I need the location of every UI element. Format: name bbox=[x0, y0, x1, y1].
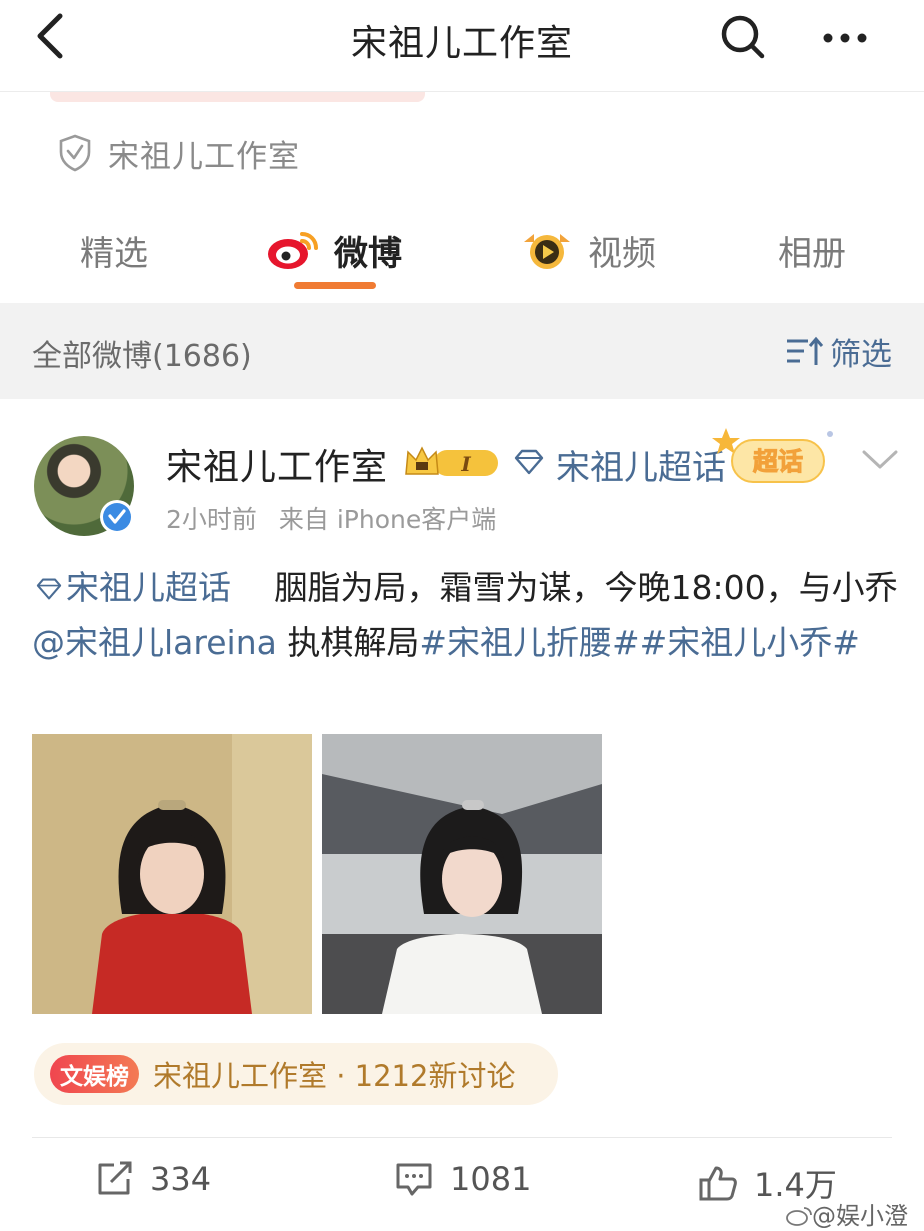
super-topic-link[interactable]: 宋祖儿超话 bbox=[556, 440, 726, 489]
post-meta: 2小时前 来自 iPhone客户端 bbox=[166, 500, 496, 536]
tab-label: 相册 bbox=[778, 233, 846, 274]
chaohua-badge[interactable]: 超话 bbox=[712, 424, 842, 490]
repost-count: 334 bbox=[150, 1160, 212, 1198]
filter-icon bbox=[787, 336, 824, 365]
post-image-2[interactable] bbox=[322, 734, 602, 1014]
weibo-watermark-icon bbox=[786, 1207, 812, 1226]
search-icon[interactable] bbox=[718, 12, 768, 62]
post-topic-link[interactable]: 宋祖儿超话 bbox=[66, 568, 231, 607]
watermark-text: @娱小澄 bbox=[812, 1202, 908, 1230]
filter-label: 筛选 bbox=[830, 337, 892, 373]
post-image-1[interactable] bbox=[32, 734, 312, 1014]
post-text-plain: 胭脂为局，霜雪为谋，今晚18:00，与小乔 bbox=[274, 568, 898, 607]
rank-tag: 文娱榜 bbox=[50, 1055, 139, 1093]
thumbs-up-icon bbox=[699, 1166, 737, 1201]
filter-button[interactable]: 筛选 bbox=[784, 329, 892, 374]
tab-video[interactable]: 视频 bbox=[520, 220, 656, 280]
filter-bar: 全部微博(1686) 筛选 bbox=[0, 303, 924, 399]
tab-label: 微博 bbox=[334, 233, 402, 274]
post-count: 全部微博(1686) bbox=[32, 339, 252, 374]
tab-label: 精选 bbox=[80, 233, 148, 274]
watermark: @娱小澄 bbox=[786, 1196, 908, 1231]
super-topic-diamond-icon bbox=[36, 578, 62, 600]
post-username[interactable]: 宋祖儿工作室 bbox=[166, 438, 388, 490]
post-time: 2小时前 bbox=[166, 505, 257, 534]
hashtag-links[interactable]: #宋祖儿折腰##宋祖儿小乔# bbox=[419, 623, 860, 662]
tab-weibo[interactable]: 微博 bbox=[266, 220, 402, 280]
crown-level: I bbox=[460, 452, 471, 476]
tab-featured[interactable]: 精选 bbox=[80, 220, 148, 280]
super-topic-diamond-icon bbox=[514, 449, 544, 475]
mention-link[interactable]: @宋祖儿lareina bbox=[32, 623, 277, 662]
video-badge-icon bbox=[524, 234, 570, 269]
tab-label: 视频 bbox=[588, 233, 656, 274]
pink-strip bbox=[50, 92, 425, 102]
member-crown-icon: I bbox=[404, 444, 500, 480]
verification-row: 宋祖儿工作室 bbox=[58, 130, 300, 176]
chevron-down-icon[interactable] bbox=[860, 448, 900, 472]
chaohua-label: 超话 bbox=[753, 447, 803, 476]
post-text-plain-2: 执棋解局 bbox=[276, 623, 420, 662]
comment-button[interactable]: 1081 bbox=[394, 1160, 531, 1198]
verification-label: 宋祖儿工作室 bbox=[108, 138, 300, 175]
action-divider bbox=[32, 1137, 892, 1138]
profile-tabs: 精选 微博 视频 相册 bbox=[0, 210, 924, 300]
more-icon[interactable] bbox=[820, 18, 870, 58]
comment-count: 1081 bbox=[450, 1160, 532, 1198]
post-source: 来自 iPhone客户端 bbox=[278, 505, 497, 534]
repost-icon bbox=[98, 1161, 132, 1195]
ranking-pill[interactable]: 文娱榜 宋祖儿工作室 · 1212新讨论 bbox=[34, 1043, 558, 1105]
top-nav-bar: 宋祖儿工作室 bbox=[0, 0, 924, 92]
comment-icon bbox=[396, 1163, 432, 1196]
weibo-logo-icon bbox=[268, 232, 318, 269]
verified-badge-icon bbox=[100, 500, 134, 534]
repost-button[interactable]: 334 bbox=[96, 1160, 211, 1198]
rank-text: 宋祖儿工作室 · 1212新讨论 bbox=[153, 1059, 516, 1093]
shield-check-icon bbox=[59, 134, 91, 172]
tab-album[interactable]: 相册 bbox=[778, 220, 846, 280]
active-tab-indicator bbox=[294, 282, 376, 289]
post-body: 宋祖儿超话 胭脂为局，霜雪为谋，今晚18:00，与小乔 @宋祖儿lareina 执… bbox=[32, 560, 902, 670]
page-title: 宋祖儿工作室 bbox=[350, 23, 573, 64]
